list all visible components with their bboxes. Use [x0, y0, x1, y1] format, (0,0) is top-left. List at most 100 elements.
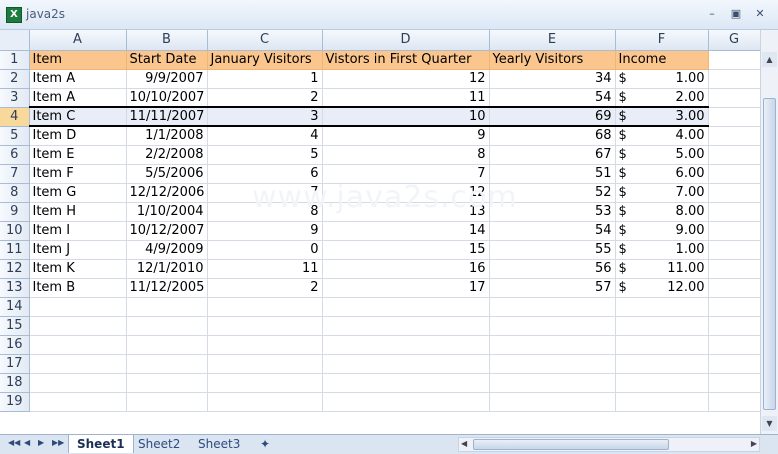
first-sheet-icon[interactable]: ◀◀: [8, 438, 20, 447]
empty-cell[interactable]: [322, 392, 490, 412]
cell-e[interactable]: 54: [489, 88, 616, 108]
empty-cell[interactable]: [489, 373, 616, 393]
cell-b[interactable]: 5/5/2006: [126, 164, 208, 184]
empty-cell[interactable]: [322, 297, 490, 317]
empty-cell[interactable]: [708, 126, 761, 146]
prev-sheet-icon[interactable]: ◀: [24, 438, 30, 447]
next-sheet-icon[interactable]: ▶: [38, 438, 44, 447]
cell-a[interactable]: Item D: [29, 126, 127, 146]
empty-cell[interactable]: [615, 373, 709, 393]
cell-c[interactable]: 11: [207, 259, 323, 279]
cell-d[interactable]: 16: [322, 259, 490, 279]
empty-cell[interactable]: [126, 297, 208, 317]
cell-e[interactable]: 54: [489, 221, 616, 241]
cell-c[interactable]: 2: [207, 88, 323, 108]
cell-c[interactable]: 0: [207, 240, 323, 260]
column-header-e[interactable]: E: [489, 30, 616, 51]
empty-cell[interactable]: [708, 50, 761, 70]
column-header-f[interactable]: F: [615, 30, 709, 51]
cell-f[interactable]: $12.00: [615, 278, 709, 298]
empty-cell[interactable]: [708, 202, 761, 222]
row-header[interactable]: 11: [0, 240, 30, 260]
row-header[interactable]: 1: [0, 50, 30, 70]
empty-cell[interactable]: [126, 335, 208, 355]
empty-cell[interactable]: [322, 373, 490, 393]
cell-a[interactable]: Item I: [29, 221, 127, 241]
column-header-a[interactable]: A: [29, 30, 127, 51]
empty-cell[interactable]: [708, 240, 761, 260]
row-header[interactable]: 10: [0, 221, 30, 241]
cell-d[interactable]: 14: [322, 221, 490, 241]
cell-c[interactable]: 1: [207, 69, 323, 89]
restore-button[interactable]: ▣: [728, 6, 744, 22]
empty-cell[interactable]: [126, 316, 208, 336]
empty-cell[interactable]: [708, 69, 761, 89]
empty-cell[interactable]: [489, 354, 616, 374]
cell-f[interactable]: $2.00: [615, 88, 709, 108]
empty-cell[interactable]: [29, 373, 127, 393]
empty-cell[interactable]: [489, 316, 616, 336]
empty-cell[interactable]: [207, 297, 323, 317]
cell-d[interactable]: 13: [322, 202, 490, 222]
column-header-g[interactable]: G: [708, 30, 761, 51]
cell-f[interactable]: $11.00: [615, 259, 709, 279]
empty-cell[interactable]: [322, 354, 490, 374]
cell-e[interactable]: 69: [489, 106, 616, 127]
cell-a[interactable]: Item H: [29, 202, 127, 222]
row-header[interactable]: 14: [0, 297, 30, 317]
select-all-corner[interactable]: [0, 30, 30, 51]
cell-b[interactable]: 10/10/2007: [126, 88, 208, 108]
empty-cell[interactable]: [708, 278, 761, 298]
cell-a[interactable]: Item A: [29, 88, 127, 108]
empty-cell[interactable]: [126, 392, 208, 412]
cell-c[interactable]: 8: [207, 202, 323, 222]
cell-b[interactable]: 4/9/2009: [126, 240, 208, 260]
header-cell-b[interactable]: Start Date: [126, 50, 208, 70]
empty-cell[interactable]: [207, 373, 323, 393]
empty-cell[interactable]: [29, 354, 127, 374]
cell-d[interactable]: 15: [322, 240, 490, 260]
empty-cell[interactable]: [207, 354, 323, 374]
empty-cell[interactable]: [615, 392, 709, 412]
row-header[interactable]: 5: [0, 126, 30, 146]
horizontal-scroll-thumb[interactable]: [473, 439, 669, 450]
header-cell-d[interactable]: Vistors in First Quarter: [322, 50, 490, 70]
cell-a[interactable]: Item C: [29, 106, 127, 127]
empty-cell[interactable]: [708, 297, 761, 317]
cell-d[interactable]: 12: [322, 183, 490, 203]
row-header[interactable]: 4: [0, 107, 30, 127]
empty-cell[interactable]: [322, 335, 490, 355]
cell-f[interactable]: $1.00: [615, 69, 709, 89]
minimize-button[interactable]: –: [704, 6, 720, 22]
tab-sheet1[interactable]: Sheet1: [68, 435, 134, 453]
cell-c[interactable]: 4: [207, 126, 323, 146]
row-header[interactable]: 12: [0, 259, 30, 279]
last-sheet-icon[interactable]: ▶▶: [52, 438, 64, 447]
cell-d[interactable]: 11: [322, 88, 490, 108]
insert-sheet-icon[interactable]: ✦: [252, 435, 278, 453]
row-header[interactable]: 2: [0, 69, 30, 89]
cell-c[interactable]: 7: [207, 183, 323, 203]
cell-a[interactable]: Item K: [29, 259, 127, 279]
cell-d[interactable]: 12: [322, 69, 490, 89]
empty-cell[interactable]: [207, 335, 323, 355]
cell-e[interactable]: 68: [489, 126, 616, 146]
empty-cell[interactable]: [489, 335, 616, 355]
cell-d[interactable]: 17: [322, 278, 490, 298]
row-header[interactable]: 13: [0, 278, 30, 298]
cell-b[interactable]: 10/12/2007: [126, 221, 208, 241]
column-header-d[interactable]: D: [322, 30, 490, 51]
cell-e[interactable]: 55: [489, 240, 616, 260]
row-header[interactable]: 7: [0, 164, 30, 184]
scroll-up-arrow-icon[interactable]: ▲: [762, 52, 777, 67]
empty-cell[interactable]: [708, 335, 761, 355]
header-cell-a[interactable]: Item: [29, 50, 127, 70]
cell-c[interactable]: 3: [207, 106, 323, 127]
cell-a[interactable]: Item E: [29, 145, 127, 165]
cell-e[interactable]: 57: [489, 278, 616, 298]
cell-d[interactable]: 8: [322, 145, 490, 165]
cell-b[interactable]: 1/10/2004: [126, 202, 208, 222]
cell-c[interactable]: 2: [207, 278, 323, 298]
cell-b[interactable]: 1/1/2008: [126, 126, 208, 146]
cell-c[interactable]: 9: [207, 221, 323, 241]
